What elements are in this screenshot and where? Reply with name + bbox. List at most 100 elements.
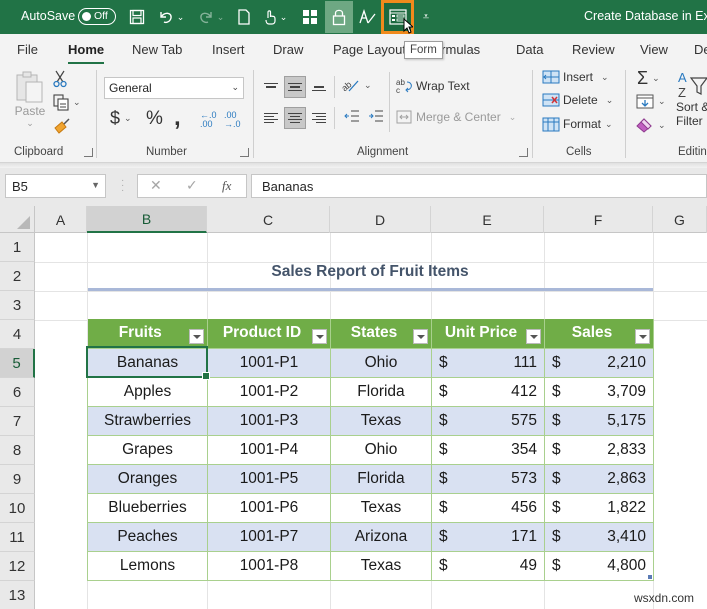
cell-id[interactable]: 1001-P5 bbox=[207, 463, 331, 494]
tab-page-layout[interactable]: Page Layout bbox=[333, 42, 406, 57]
row-header-4[interactable]: 4 bbox=[0, 320, 35, 349]
save-button[interactable] bbox=[126, 5, 148, 29]
cell-sales[interactable]: $2,863 bbox=[544, 463, 654, 494]
tab-data[interactable]: Data bbox=[516, 42, 543, 57]
tab-draw[interactable]: Draw bbox=[273, 42, 303, 57]
filter-dropdown-icon[interactable] bbox=[189, 329, 204, 344]
cell-fruit[interactable]: Bananas bbox=[87, 347, 208, 378]
report-title[interactable]: Sales Report of Fruit Items bbox=[88, 263, 652, 281]
row-header-6[interactable]: 6 bbox=[0, 378, 35, 407]
cell-fruit[interactable]: Blueberries bbox=[87, 492, 208, 523]
cell-fruit[interactable]: Apples bbox=[87, 376, 208, 407]
cell-id[interactable]: 1001-P4 bbox=[207, 434, 331, 465]
cell-id[interactable]: 1001-P3 bbox=[207, 405, 331, 436]
row-header-10[interactable]: 10 bbox=[0, 494, 35, 523]
cell-state[interactable]: Texas bbox=[330, 492, 432, 523]
merge-center-button[interactable]: Merge & Center ⌄ bbox=[396, 110, 516, 124]
row-header-9[interactable]: 9 bbox=[0, 465, 35, 494]
table-resize-handle[interactable] bbox=[648, 575, 652, 579]
increase-decimal-button[interactable]: ←.0 .00 bbox=[200, 111, 218, 129]
cell-sales[interactable]: $4,800 bbox=[544, 550, 654, 581]
column-header-a[interactable]: A bbox=[35, 206, 87, 233]
cell-sales[interactable]: $2,210 bbox=[544, 347, 654, 378]
cell-unit-price[interactable]: $575 bbox=[431, 405, 545, 436]
row-header-5[interactable]: 5 bbox=[0, 349, 35, 378]
bottom-align-button[interactable] bbox=[308, 76, 330, 98]
number-launcher-icon[interactable] bbox=[240, 148, 249, 157]
cell-id[interactable]: 1001-P2 bbox=[207, 376, 331, 407]
comma-style-button[interactable]: , bbox=[174, 104, 181, 132]
filter-dropdown-icon[interactable] bbox=[526, 329, 541, 344]
cell-fruit[interactable]: Oranges bbox=[87, 463, 208, 494]
sort-filter-button[interactable]: AZ Sort & Filter bbox=[676, 70, 707, 128]
grid-button[interactable] bbox=[299, 5, 321, 29]
insert-cells-button[interactable]: Insert ⌄ bbox=[542, 70, 609, 84]
fill-button[interactable]: ⌄ bbox=[636, 94, 666, 109]
formula-input[interactable]: Bananas bbox=[251, 174, 707, 198]
filter-dropdown-icon[interactable] bbox=[635, 329, 650, 344]
alignment-launcher-icon[interactable] bbox=[519, 148, 528, 157]
cell-sales[interactable]: $3,410 bbox=[544, 521, 654, 552]
cell-unit-price[interactable]: $456 bbox=[431, 492, 545, 523]
cell-state[interactable]: Ohio bbox=[330, 347, 432, 378]
cancel-icon[interactable]: ✕ bbox=[150, 177, 162, 194]
cell-sales[interactable]: $1,822 bbox=[544, 492, 654, 523]
filter-dropdown-icon[interactable] bbox=[312, 329, 327, 344]
name-box[interactable]: B5 ▼ bbox=[5, 174, 106, 198]
cell-unit-price[interactable]: $573 bbox=[431, 463, 545, 494]
tab-review[interactable]: Review bbox=[572, 42, 615, 57]
column-header-d[interactable]: D bbox=[330, 206, 431, 233]
cell-sales[interactable]: $3,709 bbox=[544, 376, 654, 407]
column-header-b[interactable]: B bbox=[87, 206, 207, 233]
cell-state[interactable]: Florida bbox=[330, 376, 432, 407]
orientation-button[interactable]: ab ⌄ bbox=[340, 76, 372, 94]
cell-unit-price[interactable]: $171 bbox=[431, 521, 545, 552]
enter-icon[interactable]: ✓ bbox=[186, 177, 198, 194]
format-painter-button[interactable] bbox=[53, 118, 71, 134]
cell-state[interactable]: Texas bbox=[330, 405, 432, 436]
decrease-indent-button[interactable] bbox=[344, 109, 360, 123]
align-right-button[interactable] bbox=[308, 107, 330, 129]
cell-unit-price[interactable]: $111 bbox=[431, 347, 545, 378]
spelling-button[interactable] bbox=[357, 5, 379, 29]
percent-button[interactable]: % bbox=[146, 108, 163, 130]
currency-button[interactable]: $ ⌄ bbox=[110, 108, 132, 129]
row-header-11[interactable]: 11 bbox=[0, 523, 35, 552]
cell-fruit[interactable]: Lemons bbox=[87, 550, 208, 581]
customize-qat-button[interactable]: ⩡ bbox=[419, 5, 433, 29]
row-header-7[interactable]: 7 bbox=[0, 407, 35, 436]
filter-dropdown-icon[interactable] bbox=[413, 329, 428, 344]
row-header-2[interactable]: 2 bbox=[0, 262, 35, 291]
cell-unit-price[interactable]: $49 bbox=[431, 550, 545, 581]
cell-unit-price[interactable]: $354 bbox=[431, 434, 545, 465]
cell-fruit[interactable]: Peaches bbox=[87, 521, 208, 552]
tab-developer[interactable]: Developer bbox=[694, 42, 707, 57]
delete-cells-button[interactable]: Delete ⌄ bbox=[542, 93, 613, 107]
row-header-8[interactable]: 8 bbox=[0, 436, 35, 465]
cell-sales[interactable]: $2,833 bbox=[544, 434, 654, 465]
cut-button[interactable] bbox=[53, 70, 67, 88]
cell-unit-price[interactable]: $412 bbox=[431, 376, 545, 407]
column-header-f[interactable]: F bbox=[544, 206, 653, 233]
cell-state[interactable]: Florida bbox=[330, 463, 432, 494]
select-all-button[interactable] bbox=[0, 206, 35, 233]
align-left-button[interactable] bbox=[260, 107, 282, 129]
top-align-button[interactable] bbox=[260, 76, 282, 98]
tab-home[interactable]: Home bbox=[68, 42, 105, 65]
touch-mode-button[interactable]: ⌄ bbox=[258, 5, 292, 29]
column-header-e[interactable]: E bbox=[431, 206, 544, 233]
middle-align-button[interactable] bbox=[284, 76, 306, 98]
number-format-dropdown[interactable]: General ⌄ bbox=[104, 77, 244, 99]
autosave-toggle[interactable]: Off bbox=[78, 8, 116, 25]
tab-insert[interactable]: Insert bbox=[212, 42, 245, 57]
undo-button[interactable]: ⌄ bbox=[156, 5, 186, 29]
clipboard-launcher-icon[interactable] bbox=[84, 148, 93, 157]
cell-state[interactable]: Arizona bbox=[330, 521, 432, 552]
center-button[interactable] bbox=[284, 107, 306, 129]
lock-button[interactable] bbox=[325, 1, 353, 33]
new-file-button[interactable] bbox=[234, 5, 254, 29]
tab-new-tab[interactable]: New Tab bbox=[132, 42, 182, 57]
cell-fruit[interactable]: Grapes bbox=[87, 434, 208, 465]
header-product-id[interactable]: Product ID bbox=[207, 319, 331, 348]
tab-file[interactable]: File bbox=[17, 42, 38, 57]
